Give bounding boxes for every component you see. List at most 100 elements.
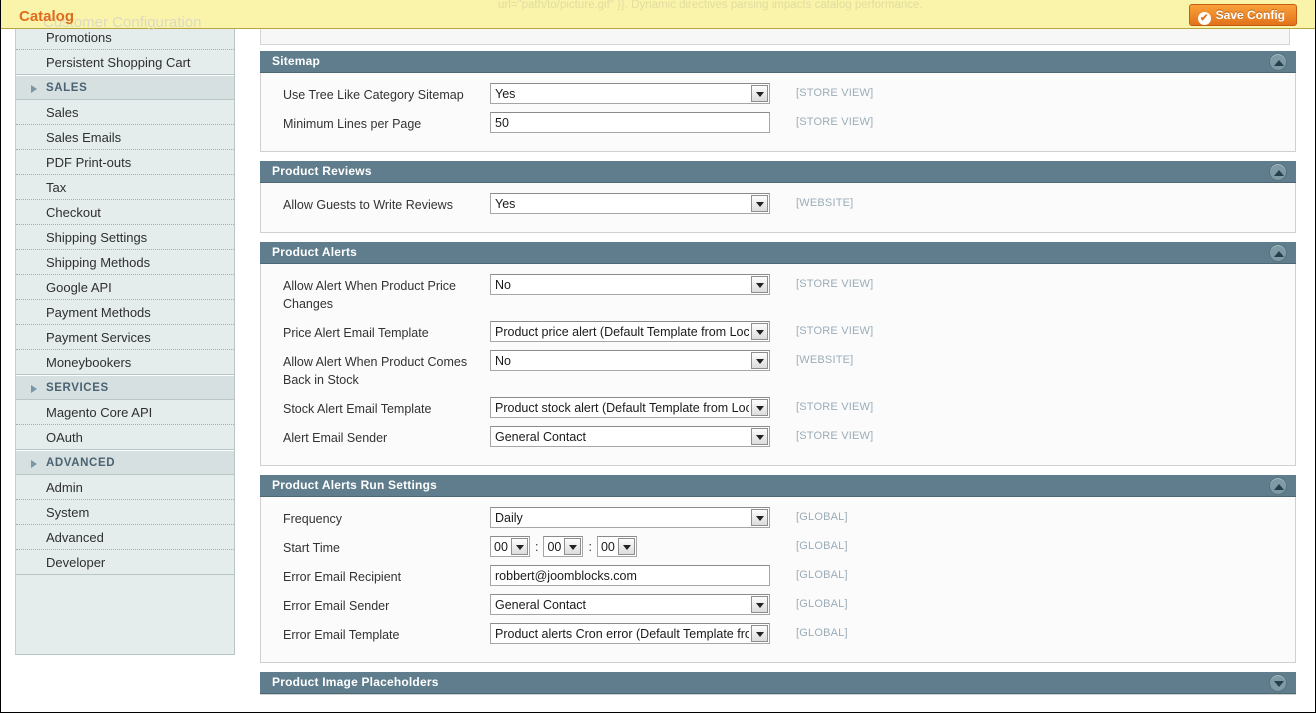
- section-body: Allow Alert When Product Price Changes No…: [261, 264, 1295, 465]
- sidebar-item-pdf-print-outs[interactable]: PDF Print-outs: [16, 150, 234, 175]
- dropdown-arrow-icon[interactable]: [751, 195, 768, 212]
- dropdown-arrow-icon[interactable]: [751, 625, 768, 642]
- dropdown-arrow-icon[interactable]: [751, 276, 768, 293]
- field-label: Allow Alert When Product Price Changes: [283, 279, 456, 311]
- section-title: Product Image Placeholders: [272, 675, 439, 689]
- sidebar-item-label: Payment Services: [46, 330, 151, 345]
- field-control: Product alerts Cron error (Default Templ…: [490, 622, 1295, 644]
- sidebar-item-google-api[interactable]: Google API: [16, 275, 234, 300]
- select-start-time-hour[interactable]: 00: [490, 536, 530, 557]
- input-error-email-recipient[interactable]: [490, 565, 770, 586]
- config-row: Error Email Sender General Contact [GLOBAL…: [261, 593, 1295, 622]
- scope-label: [STORE VIEW]: [796, 401, 874, 413]
- chevron-up-icon[interactable]: [1269, 244, 1287, 262]
- triangle-right-icon: [31, 385, 37, 393]
- sidebar-item-magento-core-api[interactable]: Magento Core API: [16, 400, 234, 425]
- select-error-email-sender[interactable]: General Contact: [490, 594, 770, 615]
- section-body: Use Tree Like Category Sitemap Yes [STORE …: [261, 73, 1295, 151]
- sidebar-item-label: Developer: [46, 555, 106, 570]
- config-row: Frequency Daily [GLOBAL]: [261, 506, 1295, 535]
- time-separator: :: [535, 539, 539, 554]
- sidebar-group-label: SALES: [46, 82, 88, 94]
- section-body: Allow Guests to Write Reviews Yes [WEBSITE…: [261, 183, 1295, 232]
- save-config-button[interactable]: ✔ Save Config: [1188, 4, 1297, 26]
- dropdown-arrow-icon[interactable]: [617, 538, 635, 555]
- breadcrumb-catalog[interactable]: Catalog: [19, 8, 74, 25]
- sidebar-item-label: Shipping Methods: [46, 255, 151, 270]
- section-header[interactable]: Product Reviews: [260, 161, 1296, 183]
- field-label: Use Tree Like Category Sitemap: [283, 88, 464, 102]
- select-error-email-template[interactable]: Product alerts Cron error (Default Templ…: [490, 623, 770, 644]
- dropdown-arrow-icon[interactable]: [751, 509, 768, 526]
- select-frequency[interactable]: Daily: [490, 507, 770, 528]
- select-value: 00: [547, 540, 562, 554]
- section-header[interactable]: Product Image Placeholders: [260, 672, 1296, 694]
- content-top-panel: [260, 27, 1290, 45]
- sidebar-group-sales[interactable]: SALES: [16, 75, 234, 100]
- sidebar-item-sales[interactable]: Sales: [16, 100, 234, 125]
- select-allow-alert-when-product-comes-back-in-stock[interactable]: No: [490, 350, 770, 371]
- dropdown-arrow-icon[interactable]: [751, 323, 768, 340]
- sidebar-item-admin[interactable]: Admin: [16, 475, 234, 500]
- scope-label: [GLOBAL]: [796, 569, 848, 581]
- dropdown-arrow-icon[interactable]: [751, 596, 768, 613]
- scope-label: [STORE VIEW]: [796, 278, 874, 290]
- sidebar-item-label: Tax: [46, 180, 67, 195]
- field-control: Daily: [490, 506, 1295, 528]
- sidebar-item-checkout[interactable]: Checkout: [16, 200, 234, 225]
- select-start-time-second[interactable]: 00: [596, 536, 637, 557]
- sidebar-item-system[interactable]: System: [16, 500, 234, 525]
- select-use-tree-like-category-sitemap[interactable]: Yes: [490, 83, 770, 104]
- section-title: Product Reviews: [272, 164, 372, 178]
- chevron-up-icon[interactable]: [1269, 163, 1287, 181]
- sidebar-item-shipping-settings[interactable]: Shipping Settings: [16, 225, 234, 250]
- section-header[interactable]: Sitemap: [260, 51, 1296, 73]
- sidebar-item-label: PDF Print-outs: [46, 155, 132, 170]
- input-minimum-lines-per-page[interactable]: [490, 112, 770, 133]
- admin-config-page: WishlistPromotionsPersistent Shopping Ca…: [0, 0, 1316, 713]
- sidebar-group-advanced[interactable]: ADVANCED: [16, 450, 234, 475]
- dropdown-arrow-icon[interactable]: [751, 352, 768, 369]
- dropdown-arrow-icon[interactable]: [751, 428, 768, 445]
- section-header[interactable]: Product Alerts: [260, 242, 1296, 264]
- chevron-down-icon[interactable]: [1269, 674, 1287, 692]
- sidebar-item-advanced[interactable]: Advanced: [16, 525, 234, 550]
- sidebar-group-services[interactable]: SERVICES: [16, 375, 234, 400]
- sidebar-item-label: System: [46, 505, 90, 520]
- sidebar-item-oauth[interactable]: OAuth: [16, 425, 234, 450]
- select-price-alert-email-template[interactable]: Product price alert (Default Template fr…: [490, 321, 770, 342]
- sidebar-item-persistent-shopping-cart[interactable]: Persistent Shopping Cart: [16, 50, 234, 75]
- select-value: Yes: [495, 197, 516, 211]
- chevron-up-icon[interactable]: [1269, 477, 1287, 495]
- sidebar-item-sales-emails[interactable]: Sales Emails: [16, 125, 234, 150]
- field-control: General Contact: [490, 593, 1295, 615]
- sidebar-item-developer[interactable]: Developer: [16, 550, 234, 575]
- select-allow-guests-to-write-reviews[interactable]: Yes: [490, 193, 770, 214]
- select-stock-alert-email-template[interactable]: Product stock alert (Default Template fr…: [490, 397, 770, 418]
- sidebar-item-shipping-methods[interactable]: Shipping Methods: [16, 250, 234, 275]
- field-label: Allow Alert When Product Comes Back in S…: [283, 355, 468, 387]
- select-start-time-minute[interactable]: 00: [543, 536, 584, 557]
- select-value: 00: [600, 540, 615, 554]
- dropdown-arrow-icon[interactable]: [751, 399, 768, 416]
- dropdown-arrow-icon[interactable]: [564, 538, 582, 555]
- select-allow-alert-when-product-price-changes[interactable]: No: [490, 274, 770, 295]
- chevron-up-icon[interactable]: [1269, 53, 1287, 71]
- sidebar-item-tax[interactable]: Tax: [16, 175, 234, 200]
- field-label: Minimum Lines per Page: [283, 117, 422, 131]
- dropdown-arrow-icon[interactable]: [751, 85, 768, 102]
- dropdown-arrow-icon[interactable]: [511, 538, 528, 555]
- sidebar-item-label: Advanced: [46, 530, 104, 545]
- scope-label: [GLOBAL]: [796, 598, 848, 610]
- scope-label: [STORE VIEW]: [796, 325, 874, 337]
- sidebar-item-payment-services[interactable]: Payment Services: [16, 325, 234, 350]
- sidebar-item-label: Moneybookers: [46, 355, 132, 370]
- select-alert-email-sender[interactable]: General Contact: [490, 426, 770, 447]
- section-header[interactable]: Product Alerts Run Settings: [260, 475, 1296, 497]
- sidebar-item-moneybookers[interactable]: Moneybookers: [16, 350, 234, 375]
- scope-label: [GLOBAL]: [796, 540, 848, 552]
- config-row: Allow Alert When Product Comes Back in S…: [261, 349, 1295, 396]
- sidebar-item-label: Promotions: [46, 30, 112, 45]
- config-row: Price Alert Email Template Product price …: [261, 320, 1295, 349]
- sidebar-item-payment-methods[interactable]: Payment Methods: [16, 300, 234, 325]
